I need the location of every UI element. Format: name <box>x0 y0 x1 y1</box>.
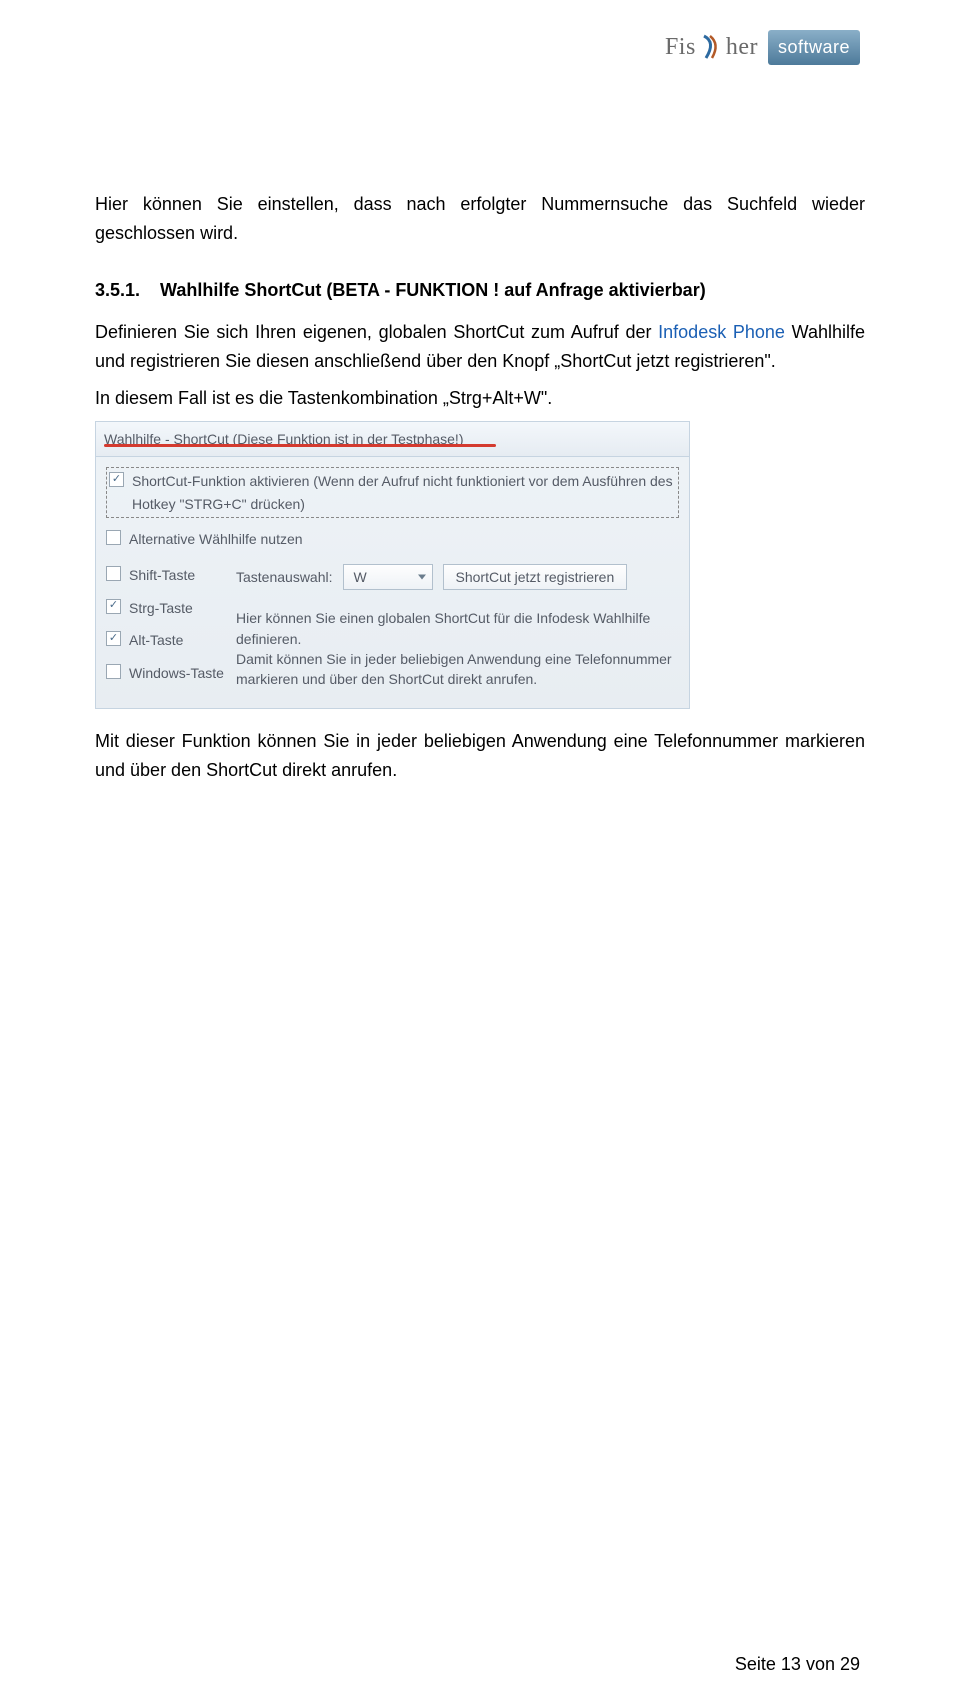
infodesk-phone-link[interactable]: Infodesk Phone <box>658 322 785 342</box>
key-picker-label: Tastenauswahl: <box>236 566 333 588</box>
logo-text: Fis her <box>665 28 758 66</box>
windows-key-label: Windows-Taste <box>129 662 224 684</box>
register-shortcut-label: ShortCut jetzt registrieren <box>456 566 615 588</box>
logo-swoosh-icon <box>698 34 724 60</box>
screenshot-body: ShortCut-Funktion aktivieren (Wenn der A… <box>96 457 689 708</box>
key-selection-column: Tastenauswahl: W ShortCut jetzt registri… <box>236 564 679 694</box>
shift-key-label: Shift-Taste <box>129 564 195 586</box>
ctrl-key-checkbox[interactable] <box>106 599 121 614</box>
red-underline-annotation <box>104 444 496 447</box>
key-dropdown-value: W <box>354 566 367 588</box>
alternative-dial-checkbox[interactable] <box>106 530 121 545</box>
section-title: Wahlhilfe ShortCut (BETA - FUNKTION ! au… <box>160 280 706 300</box>
modifier-keys-column: Shift-Taste Strg-Taste Alt-Taste Windows… <box>106 564 236 694</box>
ctrl-key-label: Strg-Taste <box>129 597 193 619</box>
page-footer: Seite 13 von 29 <box>735 1650 860 1679</box>
page-content: Hier können Sie einstellen, dass nach er… <box>95 190 865 793</box>
alt-key-checkbox[interactable] <box>106 631 121 646</box>
logo-part1: Fis <box>665 28 696 66</box>
activate-shortcut-label: ShortCut-Funktion aktivieren (Wenn der A… <box>132 470 676 515</box>
description-paragraph: Definieren Sie sich Ihren eigenen, globa… <box>95 318 865 376</box>
windows-key-checkbox[interactable] <box>106 664 121 679</box>
example-paragraph: In diesem Fall ist es die Tastenkombinat… <box>95 384 865 413</box>
intro-paragraph: Hier können Sie einstellen, dass nach er… <box>95 190 865 248</box>
logo-software-badge: software <box>768 30 860 65</box>
header-logo: Fis her software <box>665 28 860 66</box>
focused-option-box: ShortCut-Funktion aktivieren (Wenn der A… <box>106 467 679 518</box>
alt-key-label: Alt-Taste <box>129 629 183 651</box>
closing-paragraph: Mit dieser Funktion können Sie in jeder … <box>95 727 865 785</box>
section-number: 3.5.1. <box>95 276 155 305</box>
activate-shortcut-checkbox[interactable] <box>109 472 124 487</box>
section-heading: 3.5.1. Wahlhilfe ShortCut (BETA - FUNKTI… <box>95 276 865 305</box>
logo-part2: her <box>726 28 758 66</box>
screenshot-title-bar: Wahlhilfe - ShortCut (Diese Funktion ist… <box>96 422 689 457</box>
screenshot-description: Hier können Sie einen globalen ShortCut … <box>236 608 679 689</box>
alternative-dial-label: Alternative Wählhilfe nutzen <box>129 528 303 550</box>
settings-screenshot: Wahlhilfe - ShortCut (Diese Funktion ist… <box>95 421 690 709</box>
key-dropdown[interactable]: W <box>343 564 433 590</box>
shift-key-checkbox[interactable] <box>106 566 121 581</box>
desc-text-a: Definieren Sie sich Ihren eigenen, globa… <box>95 322 658 342</box>
register-shortcut-button[interactable]: ShortCut jetzt registrieren <box>443 564 628 590</box>
